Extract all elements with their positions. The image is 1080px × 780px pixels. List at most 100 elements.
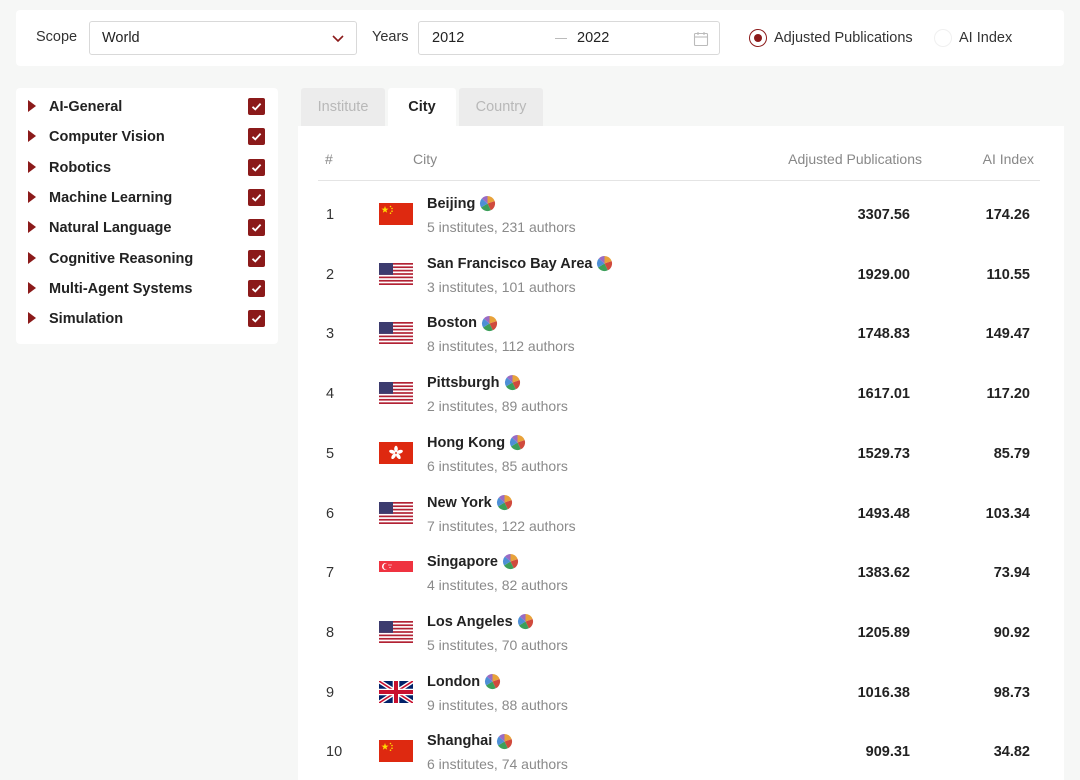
category-checkbox[interactable] bbox=[248, 158, 265, 176]
check-icon bbox=[251, 284, 262, 293]
city-name-wrap: Pittsburgh bbox=[427, 374, 521, 394]
category-item[interactable]: Machine Learning bbox=[16, 181, 278, 211]
city-name-wrap: San Francisco Bay Area bbox=[427, 255, 613, 275]
tab-institute[interactable]: Institute bbox=[301, 88, 385, 126]
check-icon bbox=[251, 133, 262, 141]
caret-right-icon[interactable] bbox=[28, 281, 36, 294]
year-to[interactable]: 2022 bbox=[577, 30, 609, 46]
table-row[interactable]: 8 Los Angeles 5 institutes, 70 authors 1205… bbox=[298, 598, 1064, 658]
years-range-picker[interactable]: 2012 2022 bbox=[418, 21, 720, 55]
category-item[interactable]: Multi-Agent Systems bbox=[16, 272, 278, 302]
adjusted-publications-cell: 1016.38 bbox=[857, 684, 910, 701]
caret-right-icon[interactable] bbox=[28, 190, 36, 203]
ai-index-cell: 174.26 bbox=[985, 207, 1030, 223]
city-name-wrap: London bbox=[427, 673, 501, 693]
category-checkbox[interactable] bbox=[248, 249, 265, 267]
caret-right-icon[interactable] bbox=[28, 100, 36, 112]
chevron-down-icon bbox=[332, 35, 344, 43]
category-checkbox[interactable] bbox=[248, 98, 265, 115]
city-name[interactable]: Boston bbox=[427, 315, 477, 331]
caret-right-icon[interactable] bbox=[28, 251, 36, 264]
header-city[interactable]: City bbox=[413, 151, 437, 167]
table-row[interactable]: 1 Beijing 5 institutes, 231 authors 3307.56… bbox=[298, 180, 1064, 240]
city-name[interactable]: New York bbox=[427, 494, 492, 510]
check-icon bbox=[251, 163, 262, 172]
adjusted-publications-label[interactable]: Adjusted Publications bbox=[774, 30, 913, 46]
year-from[interactable]: 2012 bbox=[432, 30, 464, 46]
caret-right-icon[interactable] bbox=[28, 160, 36, 173]
adjusted-publications-radio[interactable] bbox=[749, 29, 767, 47]
city-name[interactable]: Los Angeles bbox=[427, 614, 513, 630]
caret-right-icon[interactable] bbox=[28, 221, 36, 234]
city-name[interactable]: Shanghai bbox=[427, 733, 492, 749]
ai-index-radio[interactable] bbox=[934, 29, 952, 47]
category-item[interactable]: Simulation bbox=[16, 302, 278, 332]
calendar-icon[interactable] bbox=[693, 31, 709, 47]
rank-cell: 5 bbox=[326, 445, 335, 462]
table-row[interactable]: 5 Hong Kong 6 institutes, 85 authors 1529.7… bbox=[298, 419, 1064, 479]
category-item[interactable]: Robotics bbox=[16, 151, 278, 181]
category-checkbox[interactable] bbox=[248, 219, 265, 237]
category-item[interactable]: Cognitive Reasoning bbox=[16, 242, 278, 272]
pie-chart-icon[interactable] bbox=[504, 374, 521, 391]
header-rank: # bbox=[325, 151, 333, 167]
scope-select[interactable]: World bbox=[89, 21, 357, 55]
ai-index-cell: 103.34 bbox=[985, 505, 1030, 522]
pie-chart-icon[interactable] bbox=[484, 673, 501, 690]
category-checkbox[interactable] bbox=[248, 188, 265, 206]
ai-index-cell: 110.55 bbox=[986, 266, 1030, 283]
city-name[interactable]: San Francisco Bay Area bbox=[427, 255, 592, 271]
category-item[interactable]: Computer Vision bbox=[16, 120, 278, 150]
pie-chart-icon[interactable] bbox=[502, 553, 519, 570]
pie-chart-icon[interactable] bbox=[517, 613, 534, 630]
adjusted-publications-cell: 1748.83 bbox=[857, 326, 910, 343]
sg-flag bbox=[379, 561, 413, 584]
pie-chart-icon[interactable] bbox=[596, 255, 613, 272]
ai-index-label[interactable]: AI Index bbox=[959, 30, 1012, 46]
filter-bar: Scope World Years 2012 2022 Adjusted Pub… bbox=[16, 10, 1064, 66]
scope-value: World bbox=[102, 30, 140, 46]
table-row[interactable]: 7 Singapore 4 institutes, 82 authors 1383.6… bbox=[298, 538, 1064, 598]
adjusted-publications-cell: 909.31 bbox=[865, 744, 910, 761]
rank-cell: 4 bbox=[326, 386, 335, 403]
ai-index-cell: 85.79 bbox=[993, 445, 1030, 462]
rank-cell: 3 bbox=[326, 326, 335, 343]
city-name[interactable]: Singapore bbox=[427, 554, 498, 570]
table-row[interactable]: 9 London 9 institutes, 88 authors 1016.38 98… bbox=[298, 658, 1064, 718]
check-icon bbox=[251, 254, 262, 263]
adjusted-publications-cell: 1493.48 bbox=[857, 505, 910, 522]
pie-chart-icon[interactable] bbox=[481, 315, 498, 332]
uk-flag bbox=[377, 678, 415, 705]
city-name[interactable]: London bbox=[427, 673, 480, 689]
us-flag bbox=[379, 322, 413, 345]
pie-chart-icon[interactable] bbox=[479, 195, 496, 212]
category-item[interactable]: Natural Language bbox=[16, 211, 278, 241]
table-row[interactable]: 6 New York 7 institutes, 122 authors 1493.4… bbox=[298, 479, 1064, 539]
rank-cell: 6 bbox=[326, 505, 335, 522]
table-row[interactable]: 10 Shanghai 6 institutes, 74 authors 909.31… bbox=[298, 717, 1064, 777]
tab-country[interactable]: Country bbox=[459, 88, 543, 126]
category-checkbox[interactable] bbox=[248, 279, 265, 297]
scope-label: Scope bbox=[36, 29, 78, 45]
city-name-wrap: New York bbox=[427, 494, 513, 514]
table-row[interactable]: 4 Pittsburgh 2 institutes, 89 authors 1617.… bbox=[298, 359, 1064, 419]
header-ai-index[interactable]: AI Index bbox=[983, 151, 1034, 167]
caret-right-icon[interactable] bbox=[28, 130, 36, 143]
category-checkbox[interactable] bbox=[248, 128, 265, 146]
city-name[interactable]: Pittsburgh bbox=[427, 375, 500, 391]
city-name[interactable]: Hong Kong bbox=[427, 435, 505, 451]
tab-city[interactable]: City bbox=[388, 88, 456, 126]
category-item[interactable]: AI-General bbox=[16, 90, 278, 120]
header-adjusted-publications[interactable]: Adjusted Publications bbox=[788, 151, 922, 167]
city-details: 5 institutes, 231 authors bbox=[427, 219, 576, 235]
caret-right-icon[interactable] bbox=[28, 312, 36, 325]
pie-chart-icon[interactable] bbox=[509, 434, 526, 451]
city-name[interactable]: Beijing bbox=[427, 196, 475, 212]
pie-chart-icon[interactable] bbox=[496, 733, 513, 750]
cn-flag bbox=[379, 203, 413, 225]
rank-cell: 10 bbox=[326, 744, 343, 761]
table-row[interactable]: 3 Boston 8 institutes, 112 authors 1748.83 1… bbox=[298, 299, 1064, 359]
table-row[interactable]: 2 San Francisco Bay Area 3 institutes, 101… bbox=[298, 240, 1064, 300]
category-checkbox[interactable] bbox=[248, 310, 265, 328]
pie-chart-icon[interactable] bbox=[496, 494, 513, 511]
